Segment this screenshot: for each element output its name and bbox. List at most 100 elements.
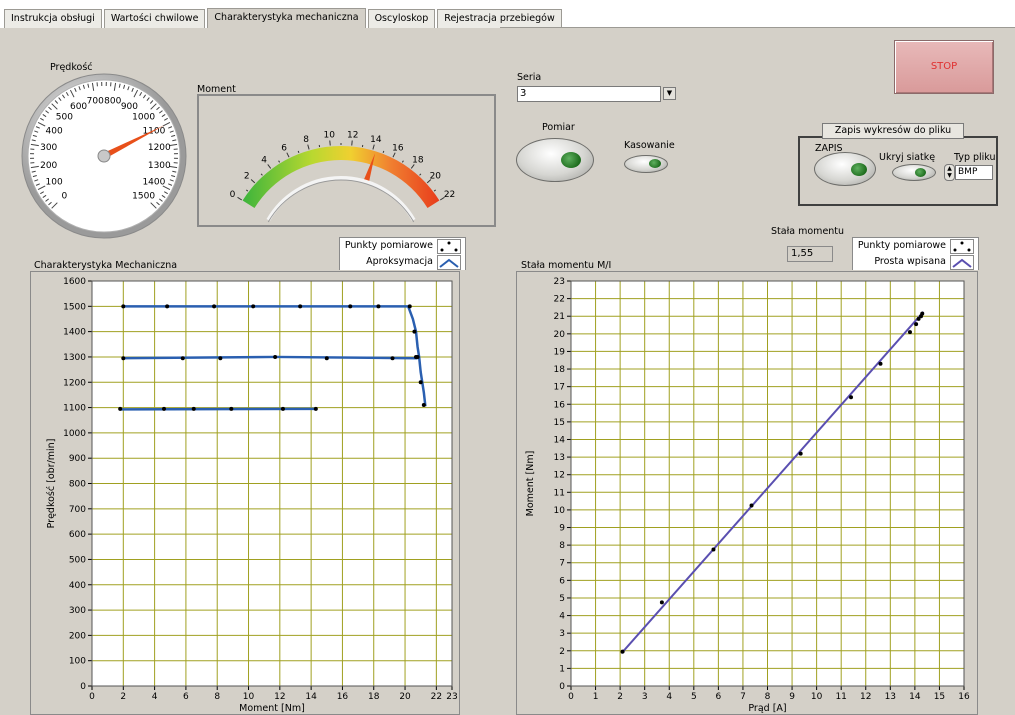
typ-pliku-field[interactable]: BMP xyxy=(955,165,993,180)
stala-momentu-label: Stała momentu xyxy=(771,226,844,237)
mechanical-characteristic-chart[interactable]: 0246810121416182022230100200300400500600… xyxy=(30,271,460,714)
tab-0[interactable]: Instrukcja obsługi xyxy=(4,9,102,28)
left-chart-x-tick-label: 2 xyxy=(120,692,126,702)
left-chart-y-tick-label: 100 xyxy=(69,657,86,667)
left-chart-x-tick-label: 16 xyxy=(337,692,349,702)
left-chart-point xyxy=(212,304,216,308)
right-chart-y-tick-label: 2 xyxy=(559,647,565,657)
zapis-button[interactable] xyxy=(814,152,876,186)
ukryj-siatke-button[interactable] xyxy=(892,164,936,181)
tab-1[interactable]: Wartości chwilowe xyxy=(104,9,206,28)
tab-2[interactable]: Charakterystyka mechaniczna xyxy=(207,8,365,28)
right-chart-y-tick-label: 16 xyxy=(554,400,566,410)
torque-scale-label: 20 xyxy=(430,171,442,181)
line-swatch-icon xyxy=(437,255,461,270)
led-icon xyxy=(851,163,867,176)
left-chart-point xyxy=(162,407,166,411)
left-chart-point xyxy=(422,403,426,407)
legend-item-points[interactable]: Punkty pomiarowe xyxy=(340,238,465,254)
right-chart-x-tick-label: 3 xyxy=(642,692,648,702)
left-chart-point xyxy=(121,304,125,308)
seria-dropdown-button[interactable]: ▼ xyxy=(663,87,676,100)
left-chart-approx-line xyxy=(123,357,417,358)
led-icon xyxy=(561,152,581,168)
right-chart-x-tick-label: 9 xyxy=(789,692,795,702)
left-chart-y-tick-label: 700 xyxy=(69,505,86,515)
left-chart-y-tick-label: 600 xyxy=(69,530,86,540)
right-chart-x-tick-label: 7 xyxy=(740,692,746,702)
ukryj-siatke-label: Ukryj siatkę xyxy=(879,152,935,163)
speed-scale-label: 900 xyxy=(121,102,138,112)
right-chart-y-tick-label: 17 xyxy=(554,383,565,393)
legend-label: Punkty pomiarowe xyxy=(858,238,946,254)
right-chart-title: Stała momentu M/I xyxy=(521,260,611,271)
left-chart-approx-line xyxy=(120,409,316,410)
left-chart-x-tick-label: 4 xyxy=(152,692,158,702)
torque-scale-label: 14 xyxy=(370,135,382,145)
torque-scale-label: 4 xyxy=(261,156,267,166)
left-chart-y-tick-label: 300 xyxy=(69,606,86,616)
left-chart-y-tick-label: 400 xyxy=(69,581,86,591)
speed-scale-label: 400 xyxy=(46,127,63,137)
torque-constant-chart[interactable]: 0123456789101112131415160123456789101112… xyxy=(516,271,978,714)
right-chart-x-tick-label: 11 xyxy=(835,692,846,702)
left-chart-point xyxy=(408,304,412,308)
left-chart-x-tick-label: 18 xyxy=(368,692,380,702)
left-chart-y-axis-title: Prędkość [obr/min] xyxy=(46,439,57,529)
left-chart-point xyxy=(165,304,169,308)
left-chart-x-tick-label: 10 xyxy=(243,692,255,702)
left-chart-title: Charakterystyka Mechaniczna xyxy=(34,260,177,271)
torque-scale-label: 22 xyxy=(444,190,455,200)
left-chart-y-tick-label: 200 xyxy=(69,631,86,641)
kasowanie-button[interactable] xyxy=(624,155,668,173)
right-chart-y-tick-label: 1 xyxy=(559,664,565,674)
left-chart-y-tick-label: 1000 xyxy=(63,429,86,439)
tab-3[interactable]: Oscyloskop xyxy=(368,9,436,28)
right-chart-y-tick-label: 20 xyxy=(554,330,566,340)
left-chart-point xyxy=(376,304,380,308)
legend-item-points[interactable]: Punkty pomiarowe xyxy=(853,238,978,254)
left-chart-point xyxy=(121,356,125,360)
left-chart-point xyxy=(348,304,352,308)
right-chart-y-tick-label: 13 xyxy=(554,453,565,463)
left-chart-x-axis-title: Moment [Nm] xyxy=(239,703,305,714)
tab-strip: Instrukcja obsługiWartości chwiloweChara… xyxy=(4,9,564,28)
right-chart-y-axis-title: Moment [Nm] xyxy=(525,451,536,517)
typ-pliku-spinner[interactable]: ▲▼ xyxy=(944,164,955,181)
legend-item-line[interactable]: Aproksymacja xyxy=(340,254,465,270)
left-chart-x-tick-label: 12 xyxy=(274,692,285,702)
left-chart-point xyxy=(314,407,318,411)
speed-scale-label: 1000 xyxy=(132,112,155,122)
seria-input[interactable]: 3 xyxy=(517,86,661,102)
torque-gauge: 0246810121416182022 xyxy=(197,94,497,228)
speed-scale-label: 700 xyxy=(87,97,104,107)
left-chart-y-tick-label: 900 xyxy=(69,454,86,464)
right-chart-y-tick-label: 0 xyxy=(559,682,565,692)
tab-4[interactable]: Rejestracja przebiegów xyxy=(437,9,562,28)
pomiar-label: Pomiar xyxy=(542,122,575,133)
right-chart-point xyxy=(621,650,625,654)
seria-label: Seria xyxy=(517,72,541,83)
speed-scale-label: 1400 xyxy=(142,177,165,187)
legend-label: Punkty pomiarowe xyxy=(345,238,433,254)
left-chart-y-tick-label: 1300 xyxy=(63,353,86,363)
speed-scale-label: 300 xyxy=(40,143,57,153)
right-chart-y-tick-label: 7 xyxy=(559,559,565,569)
torque-scale-label: 18 xyxy=(412,156,424,166)
stop-button[interactable]: STOP xyxy=(894,40,994,94)
right-chart-y-tick-label: 11 xyxy=(554,488,565,498)
right-chart-x-tick-label: 15 xyxy=(934,692,945,702)
right-chart-point xyxy=(750,504,754,508)
pomiar-button[interactable] xyxy=(516,138,594,182)
speed-scale-label: 500 xyxy=(56,112,73,122)
speed-scale-label: 800 xyxy=(104,97,121,107)
right-chart-y-tick-label: 22 xyxy=(554,295,565,305)
torque-tick xyxy=(383,151,384,153)
left-chart-x-tick-label: 20 xyxy=(399,692,411,702)
legend-item-line[interactable]: Prosta wpisana xyxy=(853,254,978,270)
right-chart-point xyxy=(920,312,924,316)
right-chart-x-tick-label: 0 xyxy=(568,692,574,702)
typ-pliku-label: Typ pliku xyxy=(954,152,996,163)
right-chart-x-tick-label: 5 xyxy=(691,692,697,702)
left-chart-point xyxy=(419,380,423,384)
